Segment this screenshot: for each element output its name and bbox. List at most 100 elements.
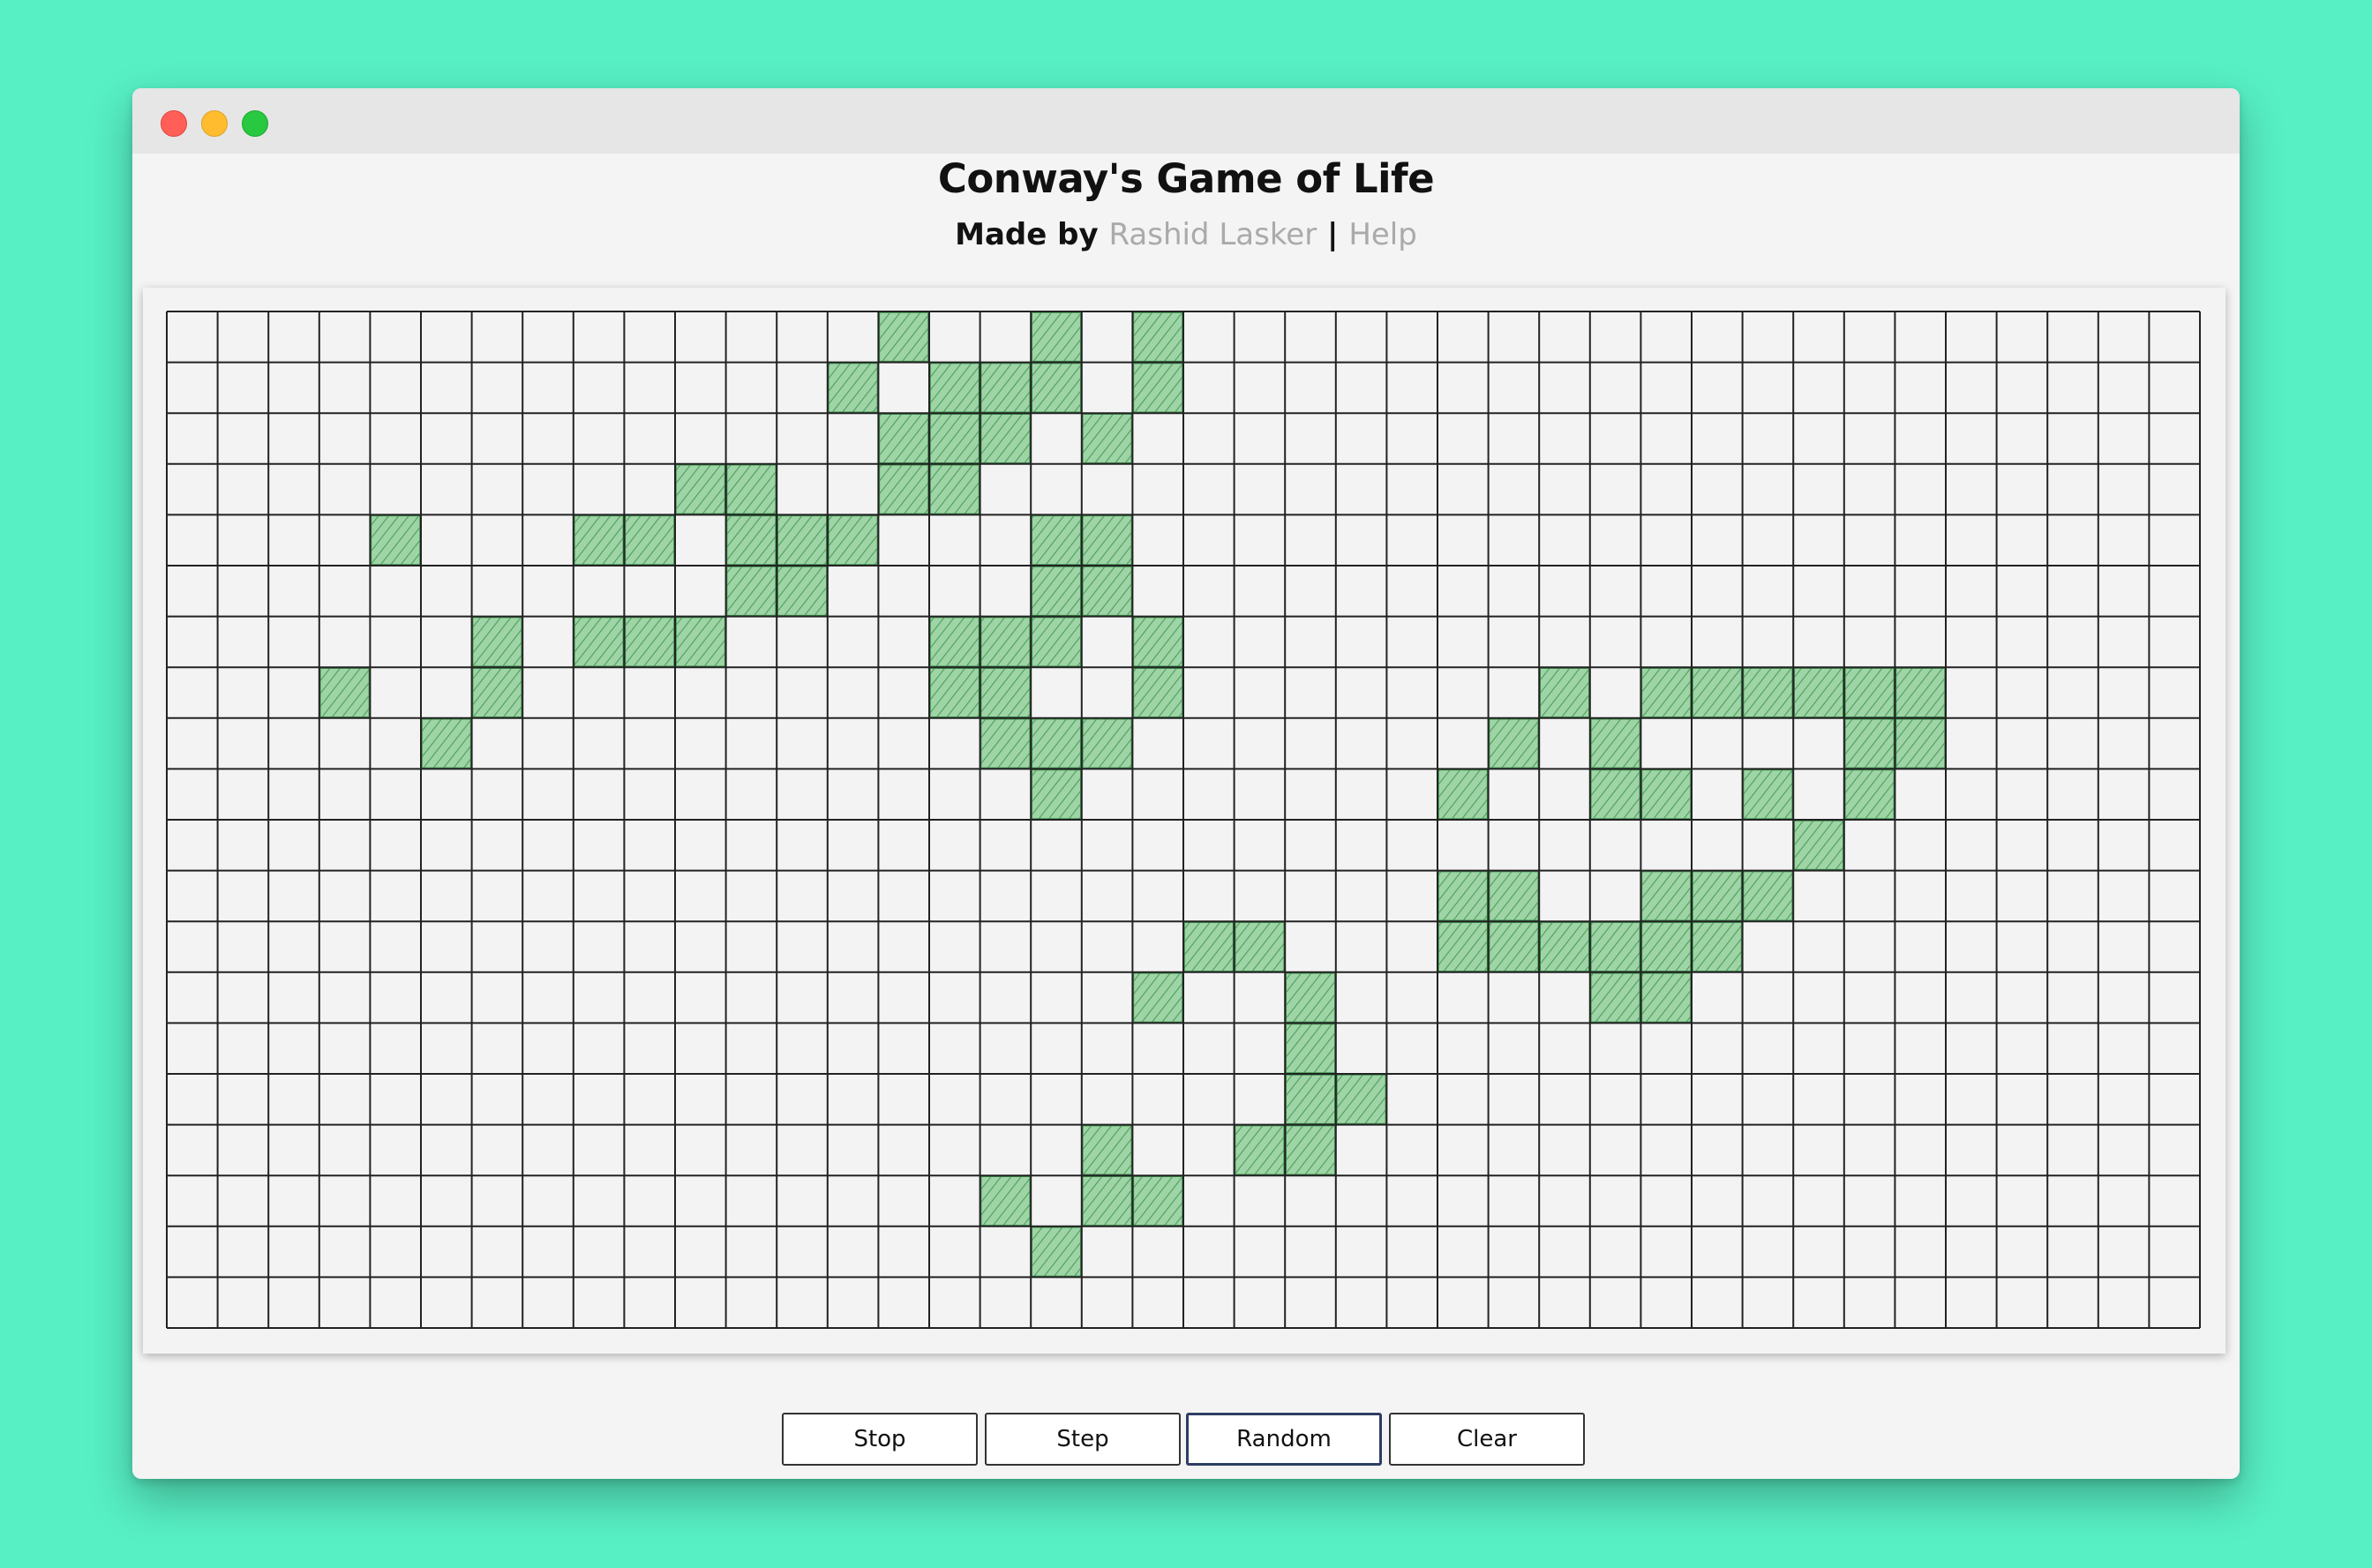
- live-cell[interactable]: [1437, 769, 1489, 820]
- help-link[interactable]: Help: [1348, 217, 1417, 252]
- live-cell[interactable]: [1742, 769, 1793, 820]
- clear-button[interactable]: Clear: [1389, 1413, 1585, 1466]
- live-cell[interactable]: [1590, 718, 1641, 769]
- live-cell[interactable]: [1082, 1124, 1133, 1175]
- stop-button[interactable]: Stop: [782, 1413, 978, 1466]
- live-cell[interactable]: [1132, 667, 1183, 718]
- live-cell[interactable]: [980, 667, 1031, 718]
- live-cell[interactable]: [828, 514, 879, 566]
- live-cell[interactable]: [1640, 769, 1692, 820]
- author-link[interactable]: Rashid Lasker: [1109, 217, 1317, 252]
- live-cell[interactable]: [1742, 870, 1793, 921]
- live-cell[interactable]: [725, 464, 777, 515]
- live-cell[interactable]: [1692, 667, 1743, 718]
- live-cell[interactable]: [1590, 972, 1641, 1024]
- live-cell[interactable]: [1132, 311, 1183, 363]
- live-cell[interactable]: [1031, 1227, 1082, 1278]
- live-cell[interactable]: [471, 616, 522, 667]
- live-cell[interactable]: [574, 514, 625, 566]
- live-cell[interactable]: [1640, 972, 1692, 1024]
- live-cell[interactable]: [725, 514, 777, 566]
- live-cell[interactable]: [1031, 311, 1082, 363]
- live-cell[interactable]: [777, 566, 828, 617]
- live-cell[interactable]: [1031, 566, 1082, 617]
- live-cell[interactable]: [1031, 769, 1082, 820]
- live-cell[interactable]: [1793, 667, 1844, 718]
- live-cell[interactable]: [1031, 718, 1082, 769]
- live-cell[interactable]: [1082, 514, 1133, 566]
- live-cell[interactable]: [421, 718, 472, 769]
- live-cell[interactable]: [1692, 870, 1743, 921]
- live-cell[interactable]: [1895, 667, 1946, 718]
- live-cell[interactable]: [929, 413, 980, 464]
- live-cell[interactable]: [624, 616, 675, 667]
- life-grid[interactable]: [143, 288, 2226, 1354]
- live-cell[interactable]: [675, 616, 726, 667]
- live-cell[interactable]: [1488, 921, 1539, 972]
- live-cell[interactable]: [929, 464, 980, 515]
- live-cell[interactable]: [980, 1175, 1031, 1227]
- live-cell[interactable]: [1082, 1175, 1133, 1227]
- live-cell[interactable]: [980, 718, 1031, 769]
- live-cell[interactable]: [878, 413, 929, 464]
- live-cell[interactable]: [1132, 972, 1183, 1024]
- live-cell[interactable]: [1793, 820, 1844, 871]
- live-cell[interactable]: [1031, 514, 1082, 566]
- live-cell[interactable]: [980, 362, 1031, 413]
- live-cell[interactable]: [1132, 1175, 1183, 1227]
- zoom-window-button[interactable]: [242, 110, 268, 137]
- live-cell[interactable]: [1285, 972, 1336, 1024]
- live-cell[interactable]: [1336, 1074, 1387, 1125]
- live-cell[interactable]: [1539, 667, 1590, 718]
- live-cell[interactable]: [828, 362, 879, 413]
- live-cell[interactable]: [777, 514, 828, 566]
- random-button[interactable]: Random: [1186, 1413, 1382, 1466]
- live-cell[interactable]: [1437, 870, 1489, 921]
- live-cell[interactable]: [980, 616, 1031, 667]
- live-cell[interactable]: [1285, 1124, 1336, 1175]
- live-cell[interactable]: [725, 566, 777, 617]
- live-cell[interactable]: [624, 514, 675, 566]
- close-window-button[interactable]: [161, 110, 187, 137]
- live-cell[interactable]: [1742, 667, 1793, 718]
- live-cell[interactable]: [1488, 870, 1539, 921]
- live-cell[interactable]: [1183, 921, 1235, 972]
- live-cell[interactable]: [1692, 921, 1743, 972]
- live-cell[interactable]: [1844, 718, 1895, 769]
- live-cell[interactable]: [878, 464, 929, 515]
- live-cell[interactable]: [1234, 921, 1285, 972]
- live-cell[interactable]: [1640, 870, 1692, 921]
- live-cell[interactable]: [1285, 1023, 1336, 1074]
- live-cell[interactable]: [1640, 921, 1692, 972]
- live-cell[interactable]: [929, 362, 980, 413]
- live-cell[interactable]: [319, 667, 371, 718]
- live-cell[interactable]: [878, 311, 929, 363]
- step-button[interactable]: Step: [985, 1413, 1181, 1466]
- live-cell[interactable]: [929, 667, 980, 718]
- live-cell[interactable]: [1031, 616, 1082, 667]
- live-cell[interactable]: [1488, 718, 1539, 769]
- live-cell[interactable]: [1082, 566, 1133, 617]
- live-cell[interactable]: [1082, 718, 1133, 769]
- live-cell[interactable]: [1132, 616, 1183, 667]
- live-cell[interactable]: [1234, 1124, 1285, 1175]
- live-cell[interactable]: [1285, 1074, 1336, 1125]
- live-cell[interactable]: [1640, 667, 1692, 718]
- live-cell[interactable]: [1082, 413, 1133, 464]
- minimize-window-button[interactable]: [201, 110, 228, 137]
- live-cell[interactable]: [929, 616, 980, 667]
- live-cell[interactable]: [370, 514, 421, 566]
- live-cell[interactable]: [1590, 769, 1641, 820]
- live-cell[interactable]: [1132, 362, 1183, 413]
- live-cell[interactable]: [675, 464, 726, 515]
- live-cell[interactable]: [1590, 921, 1641, 972]
- live-cell[interactable]: [1844, 667, 1895, 718]
- live-cell[interactable]: [574, 616, 625, 667]
- live-cell[interactable]: [1844, 769, 1895, 820]
- live-cell[interactable]: [1539, 921, 1590, 972]
- live-cell[interactable]: [1437, 921, 1489, 972]
- live-cell[interactable]: [1895, 718, 1946, 769]
- live-cell[interactable]: [980, 413, 1031, 464]
- live-cell[interactable]: [1031, 362, 1082, 413]
- live-cell[interactable]: [471, 667, 522, 718]
